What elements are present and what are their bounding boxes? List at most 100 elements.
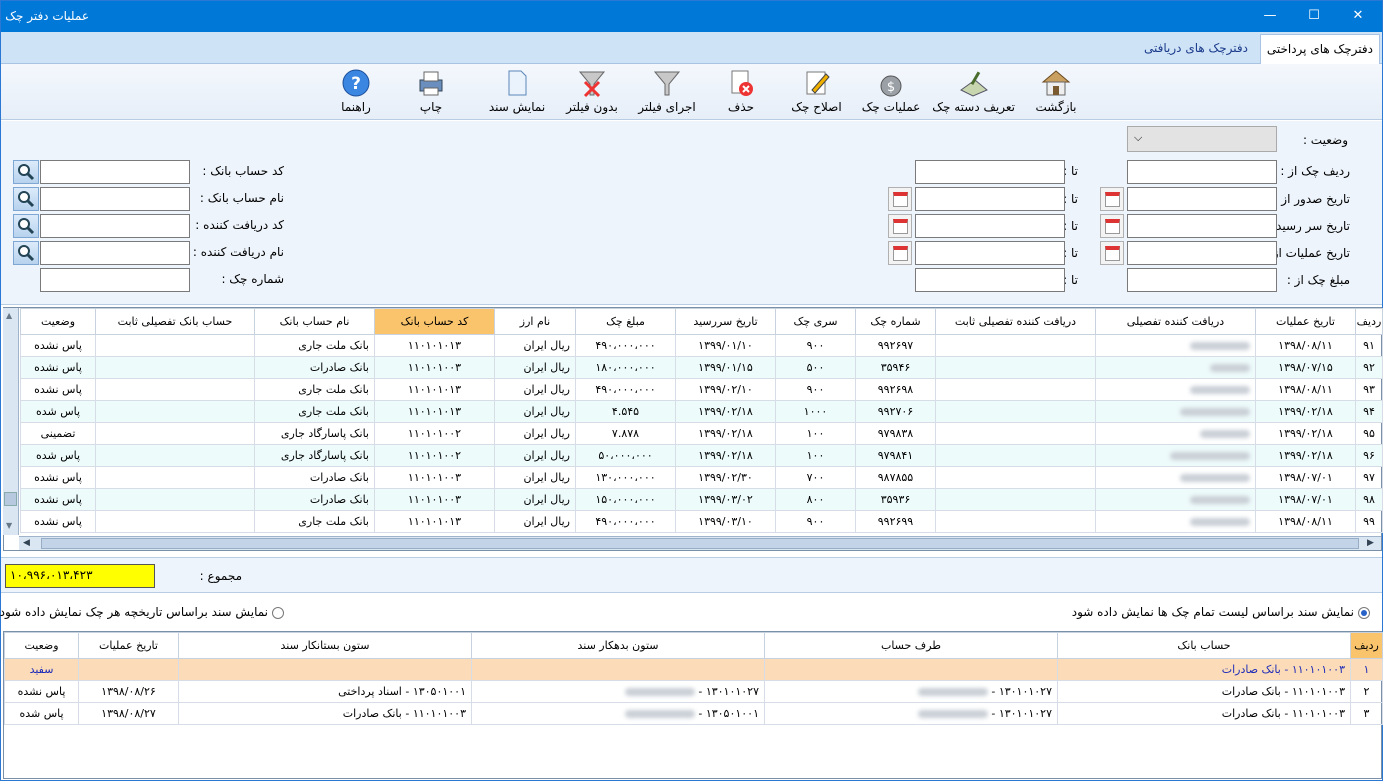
search-icon[interactable] — [13, 160, 39, 184]
column-header[interactable]: ردیف — [1355, 308, 1383, 335]
search-icon[interactable] — [13, 214, 39, 238]
vertical-scrollbar[interactable]: ▲ ▼ — [3, 308, 19, 535]
cell-bank-name: بانک ملت جاری — [254, 400, 375, 423]
scroll-down-icon[interactable]: ▼ — [6, 521, 12, 530]
calendar-icon[interactable] — [1100, 214, 1124, 238]
option-all-checks[interactable]: نمایش سند براساس لیست تمام چک ها نمایش د… — [1072, 605, 1370, 619]
op-date-to-input[interactable] — [915, 241, 1065, 265]
empty-cell — [935, 356, 1096, 379]
column-header[interactable]: وضعیت — [20, 308, 96, 335]
redacted-text — [1200, 430, 1250, 438]
column-header[interactable]: شماره چک — [855, 308, 936, 335]
help-button[interactable]: ? راهنما — [335, 66, 377, 118]
radio-icon[interactable] — [272, 606, 284, 619]
empty-cell — [95, 400, 255, 423]
bank-account-name-input[interactable] — [40, 187, 190, 211]
column-header[interactable]: سری چک — [775, 308, 856, 335]
table-row[interactable]: پاس نشده بانک ملت جاری ۱۱۰۱۰۱۰۱۳ ریال ایران… — [20, 378, 1383, 401]
column-header[interactable]: مبلغ چک — [575, 308, 676, 335]
table-row[interactable]: تضمینی بانک پاسارگاد جاری ۱۱۰۱۰۱۰۰۲ ریال ای… — [20, 422, 1383, 445]
scroll-right-icon[interactable]: ▶ — [1367, 538, 1374, 548]
check-row-from-input[interactable] — [1127, 160, 1277, 184]
scrollbar-thumb[interactable] — [4, 492, 17, 506]
check-number-input[interactable] — [40, 268, 190, 292]
option-check-history[interactable]: نمایش سند براساس تاریخچه هر چک نمایش داد… — [0, 605, 284, 619]
table-row[interactable]: پاس نشده بانک صادرات ۱۱۰۱۰۱۰۰۳ ریال ایران ۱۵… — [20, 488, 1383, 511]
cell-op-date: ۱۳۹۸/۰۷/۰۱ — [1255, 488, 1356, 511]
edit-check-button[interactable]: اصلاح چک — [789, 66, 844, 118]
cell-bank-name: بانک صادرات — [254, 466, 375, 489]
calendar-icon[interactable] — [888, 241, 912, 265]
column-header[interactable]: طرف حساب — [764, 632, 1058, 659]
radio-selected-icon[interactable] — [1358, 606, 1370, 619]
column-header[interactable]: حساب بانک — [1057, 632, 1351, 659]
table-row[interactable]: پاس نشده بانک صادرات ۱۱۰۱۰۱۰۰۳ ریال ایران ۱۸… — [20, 356, 1383, 379]
receiver-code-input[interactable] — [40, 214, 190, 238]
search-icon[interactable] — [13, 187, 39, 211]
back-label: بازگشت — [1035, 100, 1077, 114]
scroll-left-icon[interactable]: ◀ — [23, 538, 30, 548]
calendar-icon[interactable] — [888, 214, 912, 238]
calendar-icon[interactable] — [888, 187, 912, 211]
column-header[interactable]: تاریخ عملیات — [1255, 308, 1356, 335]
define-checkbook-button[interactable]: تعریف دسته چک — [932, 66, 1015, 118]
column-header[interactable]: ستون بدهکار سند — [471, 632, 765, 659]
receiver-name-input[interactable] — [40, 241, 190, 265]
amount-to-input[interactable] — [915, 268, 1065, 292]
tab-payable-checkbooks[interactable]: دفترچک های پرداختی — [1259, 34, 1380, 64]
table-row[interactable]: پاس نشده بانک ملت جاری ۱۱۰۱۰۱۰۱۳ ریال ایران… — [20, 510, 1383, 533]
issue-date-to-input[interactable] — [915, 187, 1065, 211]
check-row-to-input[interactable] — [915, 160, 1065, 184]
column-header[interactable]: دریافت کننده تفصیلی — [1095, 308, 1256, 335]
cell-row: ۹۵ — [1355, 422, 1383, 445]
no-filter-button[interactable]: بدون فیلتر — [565, 66, 619, 118]
status-select[interactable]: ⌵ — [1127, 126, 1277, 152]
tab-receivable-checkbooks[interactable]: دفترچک های دریافتی — [1138, 34, 1254, 64]
close-button[interactable]: ✕ — [1335, 1, 1381, 32]
column-header[interactable]: کد حساب بانک — [374, 308, 495, 335]
op-date-from-input[interactable] — [1127, 241, 1277, 265]
table-row[interactable]: پاس نشده بانک ملت جاری ۱۱۰۱۰۱۰۱۳ ریال ایران… — [20, 334, 1383, 357]
table-row[interactable]: پاس شده بانک پاسارگاد جاری ۱۱۰۱۰۱۰۰۲ ریال ا… — [20, 444, 1383, 467]
column-header[interactable]: ردیف — [1350, 632, 1383, 659]
column-header[interactable]: تاریخ عملیات — [78, 632, 179, 659]
cell-currency: ریال ایران — [494, 466, 576, 489]
due-date-to-input[interactable] — [915, 214, 1065, 238]
column-header[interactable]: نام حساب بانک — [254, 308, 375, 335]
issue-date-from-input[interactable] — [1127, 187, 1277, 211]
back-button[interactable]: بازگشت — [1031, 66, 1081, 118]
column-header[interactable]: وضعیت — [4, 632, 79, 659]
scroll-up-icon[interactable]: ▲ — [6, 311, 12, 320]
print-button[interactable]: چاپ — [411, 66, 451, 118]
due-date-from-input[interactable] — [1127, 214, 1277, 238]
table-row[interactable]: پاس نشده بانک صادرات ۱۱۰۱۰۱۰۰۳ ریال ایران ۱۳… — [20, 466, 1383, 489]
column-header[interactable]: تاریخ سررسید — [675, 308, 776, 335]
table-row[interactable]: پاس نشده ۱۳۹۸/۰۸/۲۶ ۱۳۰۵۰۱۰۰۱ - اسناد پردا… — [4, 680, 1383, 703]
bank-account-code-input[interactable] — [40, 160, 190, 184]
redacted-text — [1190, 386, 1250, 394]
calendar-icon[interactable] — [1100, 187, 1124, 211]
apply-filter-button[interactable]: اجرای فیلتر — [637, 66, 697, 118]
receiver-name-label: نام دریافت کننده : — [192, 245, 284, 259]
show-document-button[interactable]: نمایش سند — [487, 66, 547, 118]
search-icon[interactable] — [13, 241, 39, 265]
table-row[interactable]: پاس شده بانک ملت جاری ۱۱۰۱۰۱۰۱۳ ریال ایران ۴… — [20, 400, 1383, 423]
amount-from-input[interactable] — [1127, 268, 1277, 292]
calendar-icon[interactable] — [1100, 241, 1124, 265]
cell-due: ۱۳۹۹/۰۲/۳۰ — [675, 466, 776, 489]
minimize-button[interactable]: — — [1247, 1, 1293, 32]
cell-bank-name: بانک صادرات — [254, 356, 375, 379]
column-header[interactable]: دریافت کننده تفصیلی ثابت — [935, 308, 1096, 335]
scrollbar-thumb[interactable] — [41, 538, 1359, 549]
column-header[interactable]: ستون بستانکار سند — [178, 632, 472, 659]
horizontal-scrollbar[interactable]: ◀ ▶ — [19, 536, 1381, 550]
table-row[interactable]: پاس شده ۱۳۹۸/۰۸/۲۷ ۱۱۰۱۰۱۰۰۳ - بانک صادرات… — [4, 702, 1383, 725]
summary-bar: مجموع : — [1, 557, 1382, 593]
redacted-text — [917, 710, 988, 718]
table-row[interactable]: سفید ۱۱۰۱۰۱۰۰۳ - بانک صادرات ۱ — [4, 658, 1383, 681]
column-header[interactable]: نام ارز — [494, 308, 576, 335]
check-operations-button[interactable]: $ عملیات چک — [861, 66, 921, 118]
maximize-button[interactable]: ☐ — [1291, 1, 1337, 32]
column-header[interactable]: حساب بانک تفصیلی ثابت — [95, 308, 255, 335]
delete-button[interactable]: حذف — [721, 66, 761, 118]
